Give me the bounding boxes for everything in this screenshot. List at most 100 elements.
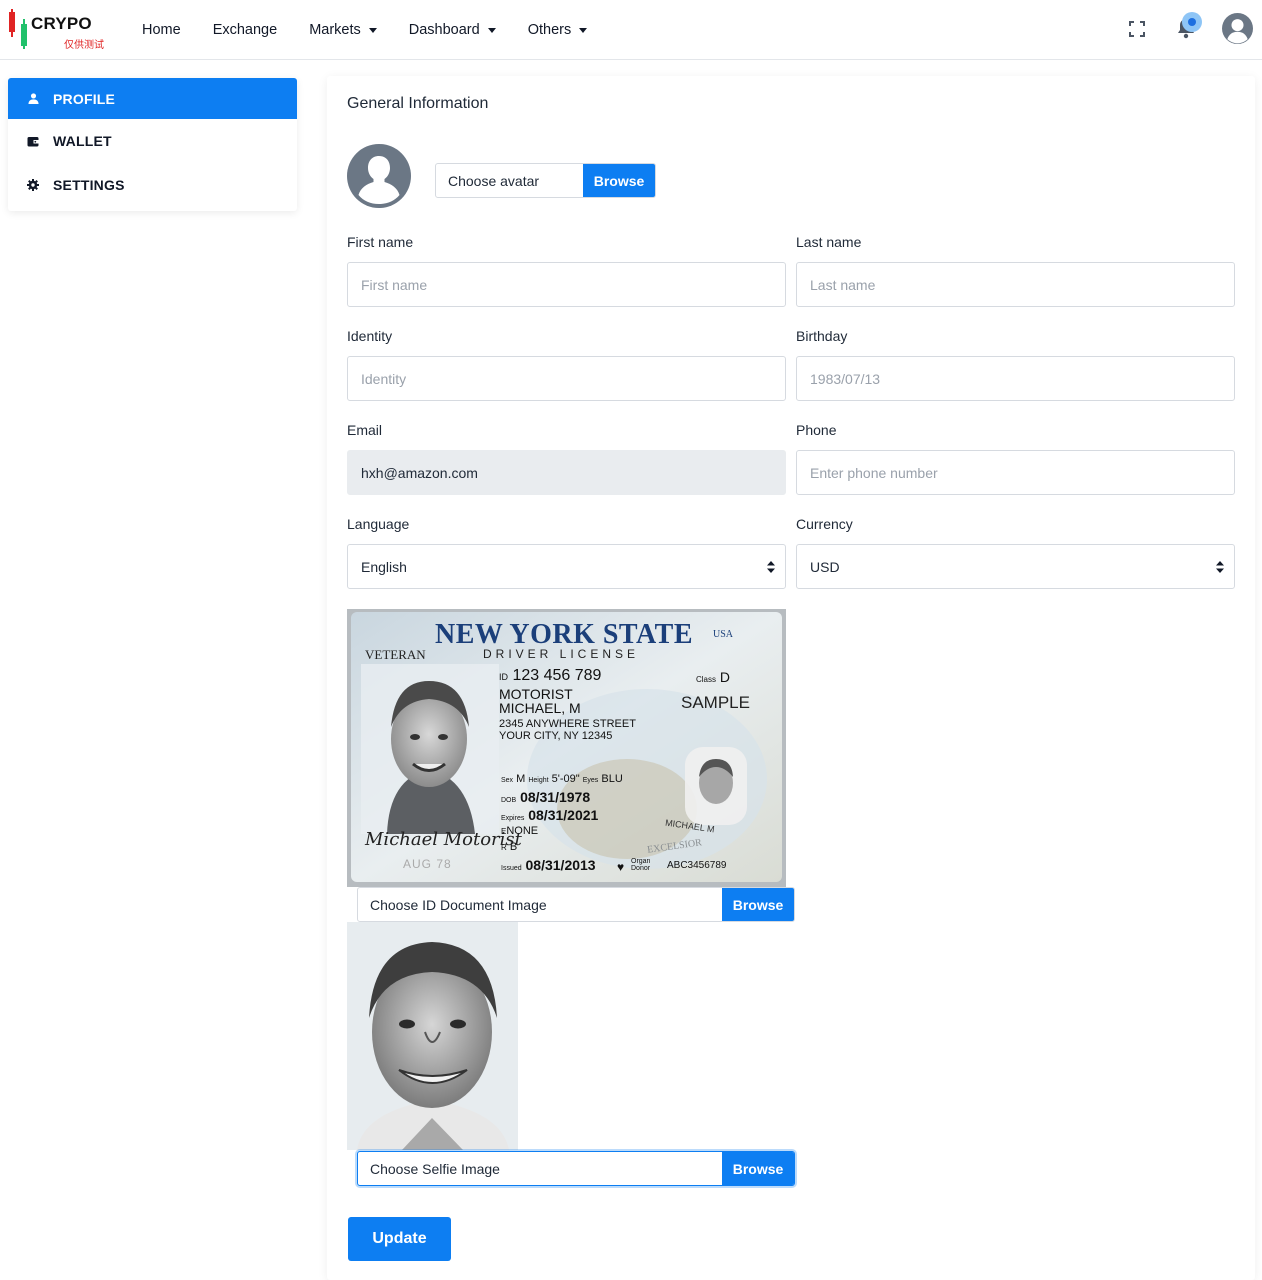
first-name-input[interactable]: First name bbox=[347, 262, 786, 307]
id-sample: SAMPLE bbox=[681, 693, 750, 712]
id-class-line: Class D bbox=[696, 669, 730, 685]
user-icon bbox=[27, 93, 39, 105]
nav-others[interactable]: Others bbox=[512, 22, 604, 38]
id-physical-line: Sex M Height 5'-09" Eyes BLU bbox=[501, 773, 623, 785]
nav-exchange-label: Exchange bbox=[212, 22, 278, 38]
id-eyes: BLU bbox=[601, 773, 623, 785]
id-class-label: Class bbox=[696, 675, 717, 684]
avatar-browse-button[interactable]: Browse bbox=[583, 164, 655, 197]
birthday-input[interactable]: 1983/07/13 bbox=[796, 356, 1235, 401]
currency-select[interactable]: USD bbox=[796, 544, 1235, 589]
user-avatar-icon[interactable] bbox=[1222, 13, 1253, 44]
update-button[interactable]: Update bbox=[348, 1217, 451, 1261]
gear-icon bbox=[27, 179, 39, 191]
brand-logo[interactable]: CRYPO 仅供测试 bbox=[9, 9, 109, 51]
nav-exchange[interactable]: Exchange bbox=[197, 22, 294, 38]
phone-label: Phone bbox=[796, 422, 837, 438]
fullscreen-icon[interactable] bbox=[1129, 21, 1145, 37]
last-name-label: Last name bbox=[796, 234, 862, 250]
sidebar-item-wallet[interactable]: WALLET bbox=[8, 119, 297, 163]
language-label: Language bbox=[347, 516, 410, 532]
currency-value: USD bbox=[810, 558, 840, 575]
selfie-browse-button[interactable]: Browse bbox=[722, 1152, 794, 1185]
id-height: 5'-09" bbox=[551, 773, 580, 785]
first-name-label: First name bbox=[347, 234, 414, 250]
nav-others-label: Others bbox=[527, 22, 572, 38]
id-aug: AUG 78 bbox=[403, 857, 452, 871]
id-last-name: MOTORIST bbox=[499, 686, 573, 702]
selfie-preview bbox=[347, 922, 518, 1150]
avatar-placeholder-icon bbox=[347, 144, 411, 208]
currency-label: Currency bbox=[796, 516, 853, 532]
id-sex: M bbox=[516, 773, 526, 785]
selfie-file-picker[interactable]: Choose Selfie Image Browse bbox=[357, 1151, 795, 1186]
nav-markets[interactable]: Markets bbox=[293, 22, 393, 38]
id-issued-label: Issued bbox=[501, 865, 522, 872]
last-name-input[interactable]: Last name bbox=[796, 262, 1235, 307]
id-doc-number: ABC3456789 bbox=[667, 860, 727, 871]
phone-input[interactable]: Enter phone number bbox=[796, 450, 1235, 495]
id-signature: Michael Motorist bbox=[365, 829, 522, 850]
id-address-1: 2345 ANYWHERE STREET bbox=[499, 718, 636, 730]
id-document-preview: NEW YORK STATE USA DRIVER LICENSE VETERA… bbox=[347, 609, 786, 887]
id-expires-label: Expires bbox=[501, 815, 525, 822]
top-navbar: CRYPO 仅供测试 Home Exchange Markets Dashboa… bbox=[0, 0, 1262, 60]
caret-down-icon bbox=[487, 27, 496, 33]
id-expires-line: Expires 08/31/2021 bbox=[501, 807, 598, 823]
selfie-file-label: Choose Selfie Image bbox=[370, 1160, 500, 1177]
nav-dashboard[interactable]: Dashboard bbox=[393, 22, 512, 38]
id-country: USA bbox=[713, 629, 734, 640]
id-number-line: ID 123 456 789 bbox=[499, 667, 601, 685]
logo-candle-green bbox=[21, 24, 27, 46]
id-height-label: Height bbox=[528, 777, 549, 784]
id-issued-line: Issued 08/31/2013 bbox=[501, 857, 596, 873]
id-number-label: ID bbox=[499, 672, 508, 682]
caret-down-icon bbox=[579, 27, 588, 33]
id-document-file-picker[interactable]: Choose ID Document Image Browse bbox=[357, 887, 795, 922]
caret-down-icon bbox=[368, 27, 377, 33]
id-issued: 08/31/2013 bbox=[525, 857, 596, 873]
id-dob-line: DOB 08/31/1978 bbox=[501, 789, 590, 805]
id-expires: 08/31/2021 bbox=[528, 807, 599, 823]
id-address-2: YOUR CITY, NY 12345 bbox=[499, 730, 613, 742]
sidebar-item-settings[interactable]: SETTINGS bbox=[8, 163, 297, 207]
id-subtitle: DRIVER LICENSE bbox=[483, 647, 640, 661]
sidebar-item-label: WALLET bbox=[53, 133, 112, 149]
general-information-card: General Information Choose avatar Browse… bbox=[327, 76, 1255, 1280]
sidebar-item-label: SETTINGS bbox=[53, 177, 125, 193]
id-organ-donor: Organ Donor bbox=[631, 858, 651, 872]
brand-subtitle: 仅供测试 bbox=[64, 40, 104, 51]
nav-home[interactable]: Home bbox=[126, 22, 197, 38]
language-select[interactable]: English bbox=[347, 544, 786, 589]
nav-dashboard-label: Dashboard bbox=[408, 22, 480, 38]
email-label: Email bbox=[347, 422, 383, 438]
id-eyes-label: Eyes bbox=[582, 777, 599, 784]
select-arrows-icon bbox=[1216, 561, 1224, 573]
section-title: General Information bbox=[347, 95, 489, 112]
birthday-label: Birthday bbox=[796, 328, 848, 344]
id-veteran: VETERAN bbox=[365, 647, 426, 662]
id-dob-label: DOB bbox=[501, 797, 517, 804]
notification-dot bbox=[1182, 12, 1202, 32]
id-document-file-label: Choose ID Document Image bbox=[370, 896, 547, 913]
main-nav: Home Exchange Markets Dashboard Others bbox=[126, 0, 603, 60]
sidebar: PROFILE WALLET SETTINGS bbox=[8, 78, 297, 211]
select-arrows-icon bbox=[767, 561, 775, 573]
id-class: D bbox=[719, 669, 731, 685]
nav-home-label: Home bbox=[142, 22, 181, 38]
logo-candle-red bbox=[9, 12, 15, 32]
nav-markets-label: Markets bbox=[309, 22, 361, 38]
id-dob: 08/31/1978 bbox=[520, 789, 591, 805]
avatar-file-picker[interactable]: Choose avatar Browse bbox=[435, 163, 656, 198]
language-value: English bbox=[361, 558, 407, 575]
id-number: 123 456 789 bbox=[512, 667, 602, 684]
id-document-browse-button[interactable]: Browse bbox=[722, 888, 794, 921]
id-first-name: MICHAEL, M bbox=[499, 700, 581, 716]
identity-input[interactable]: Identity bbox=[347, 356, 786, 401]
sidebar-item-label: PROFILE bbox=[53, 90, 116, 107]
sidebar-item-profile[interactable]: PROFILE bbox=[8, 78, 297, 119]
id-sex-label: Sex bbox=[501, 777, 514, 784]
identity-label: Identity bbox=[347, 328, 393, 344]
brand-name: CRYPO bbox=[31, 14, 92, 33]
wallet-icon bbox=[27, 135, 39, 147]
